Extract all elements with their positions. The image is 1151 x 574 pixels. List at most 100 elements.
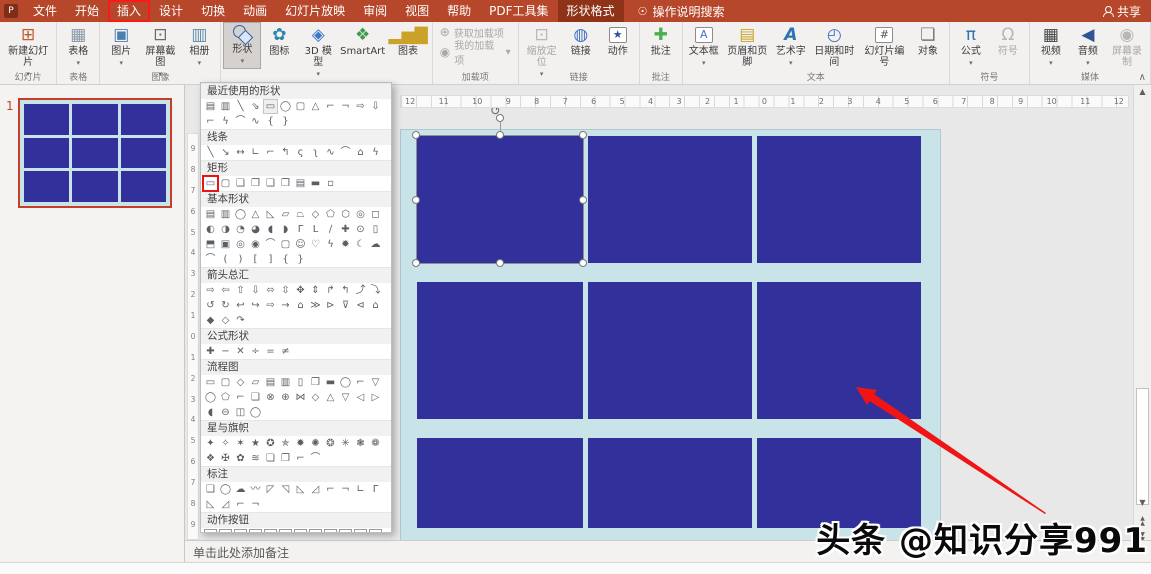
selection-handle[interactable] bbox=[412, 259, 420, 267]
shape-icon-flowchart-1-3[interactable]: ❑ bbox=[249, 391, 262, 404]
shape-icon-flowchart-1-2[interactable]: ⌐ bbox=[234, 391, 247, 404]
shape-icon-basic-1-1[interactable]: ◑ bbox=[219, 223, 232, 236]
ribbon-button-link[interactable]: ◍链接 bbox=[563, 23, 599, 58]
shape-icon-arrows-0-3[interactable]: ⇩ bbox=[249, 284, 262, 297]
shape-icon-action-buttons-0-9[interactable]: ◀ bbox=[339, 529, 352, 533]
shape-icon-recent-1-1[interactable]: ϟ bbox=[219, 115, 232, 128]
shape-icon-arrows-0-5[interactable]: ⇳ bbox=[279, 284, 292, 297]
shape-icon-recent-1-5[interactable]: } bbox=[279, 115, 292, 128]
slide-shape-rect-2[interactable] bbox=[757, 136, 921, 263]
shape-icon-callouts-0-5[interactable]: ◹ bbox=[279, 483, 292, 496]
tab-home[interactable]: 开始 bbox=[66, 0, 108, 22]
shape-icon-arrows-2-0[interactable]: ◆ bbox=[204, 314, 217, 327]
shape-icon-action-buttons-0-7[interactable]: ▣ bbox=[309, 529, 322, 533]
shape-icon-recent-0-7[interactable]: △ bbox=[309, 100, 322, 113]
shape-icon-basic-1-5[interactable]: ◗ bbox=[279, 223, 292, 236]
shape-icon-basic-2-5[interactable]: ▢ bbox=[279, 238, 292, 251]
shape-icon-callouts-0-0[interactable]: ❑ bbox=[204, 483, 217, 496]
selection-handle[interactable] bbox=[412, 131, 420, 139]
shape-icon-recent-1-2[interactable]: ⌒ bbox=[234, 115, 247, 128]
shape-icon-basic-3-4[interactable]: ] bbox=[264, 253, 277, 266]
shape-icon-flowchart-2-1[interactable]: ⊖ bbox=[219, 406, 232, 419]
shape-icon-arrows-0-11[interactable]: ⤵ bbox=[369, 284, 382, 297]
shape-icon-flowchart-0-9[interactable]: ◯ bbox=[339, 376, 352, 389]
shape-icon-flowchart-1-5[interactable]: ⊕ bbox=[279, 391, 292, 404]
shape-icon-equation-0-1[interactable]: − bbox=[219, 345, 232, 358]
scroll-down-icon[interactable]: ▼ bbox=[1134, 498, 1151, 507]
slide-canvas[interactable]: ↺ bbox=[401, 130, 940, 540]
shape-icon-basic-0-4[interactable]: ◺ bbox=[264, 208, 277, 221]
shape-icon-basic-3-6[interactable]: } bbox=[294, 253, 307, 266]
shape-icon-lines-0-6[interactable]: ς bbox=[294, 146, 307, 159]
tab-design[interactable]: 设计 bbox=[150, 0, 192, 22]
shape-icon-basic-2-4[interactable]: ⌒ bbox=[264, 238, 277, 251]
selection-handle[interactable] bbox=[496, 131, 504, 139]
shape-icon-flowchart-0-0[interactable]: ▭ bbox=[204, 376, 217, 389]
selection-handle[interactable] bbox=[579, 131, 587, 139]
shape-icon-arrows-1-1[interactable]: ↻ bbox=[219, 299, 232, 312]
shape-icon-stars-0-2[interactable]: ✶ bbox=[234, 437, 247, 450]
shape-icon-flowchart-1-0[interactable]: ◯ bbox=[204, 391, 217, 404]
ribbon-button-header-footer[interactable]: ▤页眉和页脚 bbox=[723, 23, 772, 69]
shape-icon-flowchart-0-7[interactable]: ❒ bbox=[309, 376, 322, 389]
shape-icon-callouts-1-2[interactable]: ⌐ bbox=[234, 498, 247, 511]
shape-icon-flowchart-2-2[interactable]: ◫ bbox=[234, 406, 247, 419]
shape-icon-stars-0-1[interactable]: ✧ bbox=[219, 437, 232, 450]
shape-icon-flowchart-1-9[interactable]: ▽ bbox=[339, 391, 352, 404]
shape-icon-flowchart-1-7[interactable]: ◇ bbox=[309, 391, 322, 404]
shape-icon-basic-2-6[interactable]: ☺ bbox=[294, 238, 307, 251]
shape-icon-basic-2-0[interactable]: ⬒ bbox=[204, 238, 217, 251]
ribbon-button-shapes[interactable]: 形状▾ bbox=[224, 23, 260, 68]
shape-icon-action-buttons-0-4[interactable]: ⌂ bbox=[264, 529, 277, 533]
shape-icon-flowchart-1-11[interactable]: ▷ bbox=[369, 391, 382, 404]
shape-icon-recent-1-0[interactable]: ⌐ bbox=[204, 115, 217, 128]
shape-icon-callouts-0-4[interactable]: ◸ bbox=[264, 483, 277, 496]
shape-icon-callouts-0-7[interactable]: ◿ bbox=[309, 483, 322, 496]
tab-file[interactable]: 文件 bbox=[24, 0, 66, 22]
shape-icon-callouts-0-11[interactable]: Γ bbox=[369, 483, 382, 496]
shape-icon-basic-2-2[interactable]: ◎ bbox=[234, 238, 247, 251]
tell-me-search[interactable]: ☉ 操作说明搜索 bbox=[638, 3, 725, 20]
vertical-scrollbar[interactable]: ▲ ▼ ▲▲ ▼▼ bbox=[1133, 85, 1151, 562]
shape-icon-callouts-1-1[interactable]: ◿ bbox=[219, 498, 232, 511]
slide-shape-rect-0[interactable]: ↺ bbox=[417, 136, 583, 263]
share-button[interactable]: 共享 bbox=[1102, 0, 1141, 22]
shape-icon-stars-1-0[interactable]: ❖ bbox=[204, 452, 217, 465]
shape-icon-action-buttons-0-10[interactable]: ? bbox=[354, 529, 367, 533]
ribbon-button-3d-models[interactable]: ◈3D 模型▾ bbox=[298, 23, 338, 81]
shape-icon-stars-0-6[interactable]: ✹ bbox=[294, 437, 307, 450]
slide-shape-rect-6[interactable] bbox=[417, 438, 583, 528]
shape-icon-basic-0-10[interactable]: ◎ bbox=[354, 208, 367, 221]
slide-shape-rect-5[interactable] bbox=[757, 282, 921, 419]
tab-transitions[interactable]: 切换 bbox=[192, 0, 234, 22]
ribbon-button-action[interactable]: ★动作 bbox=[600, 23, 636, 58]
shape-icon-callouts-0-10[interactable]: ∟ bbox=[354, 483, 367, 496]
shape-icon-equation-0-5[interactable]: ≠ bbox=[279, 345, 292, 358]
ribbon-button-icons[interactable]: ✿图标 bbox=[261, 23, 297, 58]
shape-icon-arrows-0-10[interactable]: ⤴ bbox=[354, 284, 367, 297]
shape-icon-recent-0-1[interactable]: ▥ bbox=[219, 100, 232, 113]
shape-icon-action-buttons-0-11[interactable]: ▭ bbox=[369, 529, 382, 533]
shape-icon-basic-2-10[interactable]: ☾ bbox=[354, 238, 367, 251]
shape-icon-basic-0-6[interactable]: ⏢ bbox=[294, 208, 307, 221]
ribbon-button-photo-album[interactable]: ▥相册▾ bbox=[181, 23, 217, 70]
shape-icon-lines-0-1[interactable]: ↘ bbox=[219, 146, 232, 159]
shape-icon-rectangles-0-2[interactable]: ❏ bbox=[234, 177, 247, 190]
ribbon-button-equation[interactable]: π公式▾ bbox=[953, 23, 989, 70]
shape-icon-arrows-0-1[interactable]: ⇦ bbox=[219, 284, 232, 297]
shape-icon-basic-3-5[interactable]: { bbox=[279, 253, 292, 266]
shape-icon-equation-0-0[interactable]: ✚ bbox=[204, 345, 217, 358]
shape-icon-action-buttons-0-2[interactable]: « bbox=[234, 529, 247, 533]
shape-icon-action-buttons-0-3[interactable]: » bbox=[249, 529, 262, 533]
shape-icon-lines-0-2[interactable]: ↔ bbox=[234, 146, 247, 159]
shape-icon-basic-2-3[interactable]: ◉ bbox=[249, 238, 262, 251]
shape-icon-recent-0-5[interactable]: ◯ bbox=[279, 100, 292, 113]
shape-icon-basic-2-9[interactable]: ✹ bbox=[339, 238, 352, 251]
shape-icon-rectangles-0-8[interactable]: ▫ bbox=[324, 177, 337, 190]
tab-animations[interactable]: 动画 bbox=[234, 0, 276, 22]
shape-icon-arrows-1-3[interactable]: ↪ bbox=[249, 299, 262, 312]
shape-icon-flowchart-0-8[interactable]: ▬ bbox=[324, 376, 337, 389]
ribbon-button-chart[interactable]: ▂▅▇图表 bbox=[387, 23, 429, 58]
slide-shape-rect-7[interactable] bbox=[588, 438, 752, 528]
shape-icon-recent-0-11[interactable]: ⇩ bbox=[369, 100, 382, 113]
